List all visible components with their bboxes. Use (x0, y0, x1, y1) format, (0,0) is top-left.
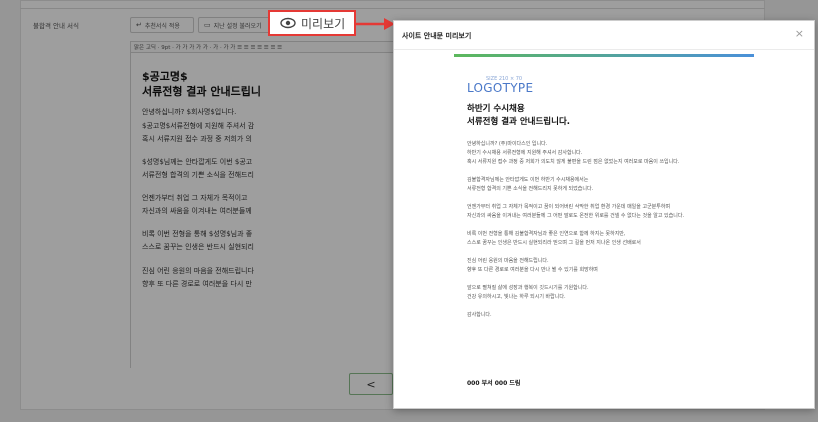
logo: LOGOTYPE (467, 81, 534, 95)
notice-paragraph: 건강 유의하시고, 빛나는 하루 되시기 바랍니다. (467, 294, 566, 300)
notice-heading-2: 서류전형 결과 안내드립니다. (467, 117, 570, 127)
notice-paragraph: 혹시 서류지원 접수 과정 중 저희가 의도치 않게 불편을 드린 점은 없었는… (467, 159, 680, 165)
notice-paragraph: 자신과의 싸움을 이겨내는 여러분들께 그 어떤 말로도 온전한 위로를 건넬 … (467, 213, 685, 219)
notice-paragraph: 언젠가부터 취업 그 자체가 목적이고 꿈이 되어버린 삭막한 취업 환경 가운… (467, 204, 671, 210)
notice-paragraph: 진심 어린 응원의 마음을 전해드립니다. (467, 258, 549, 264)
notice-paragraph: 김불합격자님께는 안타깝게도 이번 하반기 수시채용에서는 (467, 177, 589, 183)
preview-label: 미리보기 (301, 16, 346, 31)
notice-heading-1: 하반기 수시채용 (467, 104, 525, 114)
preview-modal: 사이트 안내문 미리보기 × SIZE 210 × 70 LOGOTYPE 하반… (393, 20, 815, 409)
notice-paragraph: 서류전형 합격의 기쁜 소식을 전해드리지 못하게 되었습니다. (467, 186, 594, 192)
notice-paragraph: 감사합니다. (467, 312, 492, 318)
modal-title: 사이트 안내문 미리보기 (402, 32, 472, 40)
notice-document: SIZE 210 × 70 LOGOTYPE 하반기 수시채용 서류전형 결과 … (454, 54, 754, 406)
notice-signature: 000 부서 000 드림 (467, 380, 521, 387)
notice-paragraph: 안녕하십니까? (주)마이다스인 입니다. (467, 141, 548, 147)
notice-paragraph: 비록 이번 전형을 통해 김불합격자님과 좋은 인연으로 함께 하지는 못하지만… (467, 231, 626, 237)
notice-paragraph: 하반기 수시채용 서류전형에 지원해 주셔서 감사합니다. (467, 150, 583, 156)
close-icon[interactable]: × (795, 27, 804, 40)
modal-divider (394, 49, 814, 50)
notice-paragraph: 향후 또 다른 경로로 여러분을 다시 만나 뵐 수 있기를 희망하며 (467, 267, 598, 273)
arrow-icon (356, 18, 395, 30)
eye-icon (280, 17, 296, 29)
preview-button[interactable]: 미리보기 (268, 10, 356, 36)
notice-paragraph: 스스로 꿈꾸는 인생은 반드시 실현되리라 믿으며 그 길을 먼저 지나온 인생… (467, 240, 641, 246)
gradient-bar (454, 54, 754, 57)
notice-paragraph: 앞으로 펼쳐질 삶에 성장과 행복이 깃드시기를 기원합니다. (467, 285, 589, 291)
